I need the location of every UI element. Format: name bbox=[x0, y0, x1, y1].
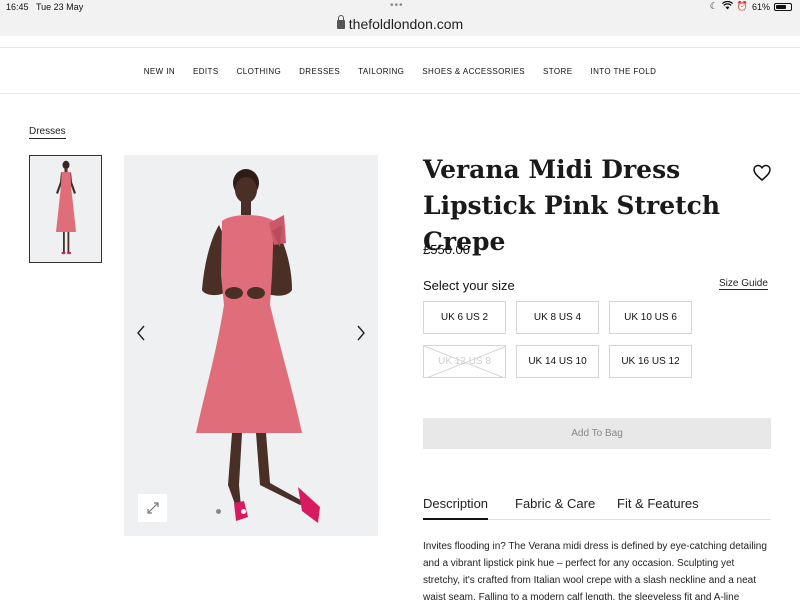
size-option-label: UK 16 US 12 bbox=[621, 356, 680, 367]
battery-fill bbox=[776, 4, 786, 9]
next-image-button[interactable] bbox=[356, 325, 366, 346]
size-option-label: UK 8 US 4 bbox=[533, 312, 582, 323]
size-option-label: UK 14 US 10 bbox=[528, 356, 587, 367]
status-right: ☾ ⏰ 61% bbox=[709, 0, 792, 12]
alarm-icon: ⏰ bbox=[736, 1, 748, 11]
size-option-label: UK 10 US 6 bbox=[624, 312, 677, 323]
size-option-unavailable: UK 12 US 8 bbox=[423, 345, 506, 378]
expand-icon bbox=[146, 502, 159, 514]
lock-icon bbox=[336, 15, 345, 29]
size-guide-link[interactable]: Size Guide bbox=[719, 278, 768, 290]
wishlist-button[interactable] bbox=[752, 163, 772, 183]
breadcrumb[interactable]: Dresses bbox=[29, 126, 66, 139]
nav-item-edits[interactable]: EDITS bbox=[193, 67, 219, 76]
nav-item-tailoring[interactable]: TAILORING bbox=[358, 67, 404, 76]
gallery-thumbnail[interactable] bbox=[29, 155, 102, 263]
size-option[interactable]: UK 16 US 12 bbox=[609, 345, 692, 378]
tab-description[interactable]: Description bbox=[423, 496, 489, 520]
multitask-dots[interactable]: ••• bbox=[390, 0, 404, 11]
gallery-dots bbox=[216, 509, 246, 514]
tab-fit-features[interactable]: Fit & Features bbox=[617, 496, 699, 511]
heart-icon bbox=[753, 164, 771, 181]
battery-percent: 61% bbox=[751, 1, 770, 12]
battery-icon bbox=[774, 2, 792, 11]
size-option-label: UK 6 US 2 bbox=[440, 312, 489, 323]
product-price: £550.00 bbox=[423, 242, 470, 257]
add-to-bag-button[interactable]: Add To Bag bbox=[423, 418, 771, 449]
size-option[interactable]: UK 10 US 6 bbox=[609, 301, 692, 334]
nav-item-shoes-accessories[interactable]: SHOES & ACCESSORIES bbox=[422, 67, 525, 76]
status-bar: 16:45 Tue 23 May ••• ☾ ⏰ 61% bbox=[0, 0, 800, 14]
gallery-dot[interactable] bbox=[216, 509, 221, 514]
status-date: Tue 23 May bbox=[36, 2, 84, 12]
size-option[interactable]: UK 6 US 2 bbox=[423, 301, 506, 334]
nav-item-into-the-fold[interactable]: INTO THE FOLD bbox=[590, 67, 656, 76]
url-display[interactable]: thefoldlondon.com bbox=[0, 15, 800, 32]
select-size-label: Select your size bbox=[423, 278, 515, 293]
product-main-image[interactable] bbox=[124, 155, 378, 536]
nav-item-new-in[interactable]: NEW IN bbox=[144, 67, 175, 76]
nav-item-store[interactable]: STORE bbox=[543, 67, 572, 76]
previous-image-button[interactable] bbox=[136, 325, 146, 346]
main-nav: NEW IN EDITS CLOTHING DRESSES TAILORING … bbox=[0, 50, 800, 94]
chevron-left-icon bbox=[137, 325, 145, 341]
tab-fabric-care[interactable]: Fabric & Care bbox=[515, 496, 595, 511]
status-time: 16:45 bbox=[6, 2, 29, 12]
product-tabs: Description Fabric & Care Fit & Features bbox=[423, 494, 771, 520]
chevron-right-icon bbox=[357, 325, 365, 341]
expand-image-button[interactable] bbox=[138, 494, 167, 522]
url-text: thefoldlondon.com bbox=[348, 16, 464, 32]
moon-icon: ☾ bbox=[709, 1, 718, 11]
gallery-dot[interactable] bbox=[241, 509, 246, 514]
address-bar[interactable]: thefoldlondon.com bbox=[0, 14, 800, 36]
product-title: Verana Midi Dress Lipstick Pink Stretch … bbox=[423, 155, 721, 256]
thumbnail-model-image bbox=[30, 156, 101, 262]
model-image bbox=[124, 155, 378, 536]
product-description: Invites flooding in? The Verana midi dre… bbox=[423, 541, 767, 600]
size-option[interactable]: UK 8 US 4 bbox=[516, 301, 599, 334]
unavailable-cross-icon bbox=[424, 346, 505, 377]
nav-item-dresses[interactable]: DRESSES bbox=[299, 67, 340, 76]
header-trim bbox=[0, 36, 800, 48]
nav-item-clothing[interactable]: CLOTHING bbox=[237, 67, 282, 76]
size-option[interactable]: UK 14 US 10 bbox=[516, 345, 599, 378]
wifi-icon bbox=[721, 0, 733, 12]
